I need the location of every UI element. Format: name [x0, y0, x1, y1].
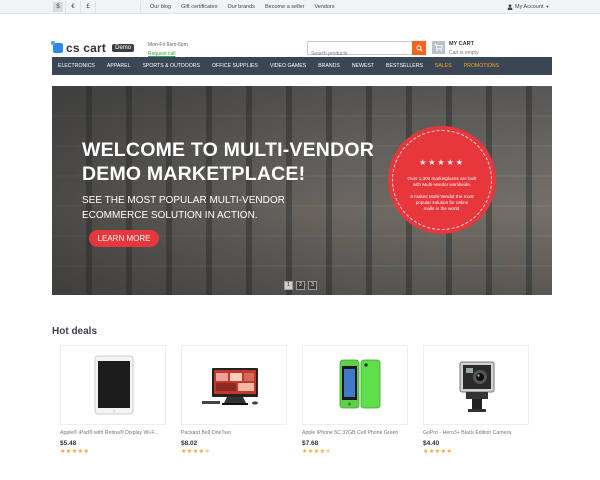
divider [65, 1, 66, 13]
cart-widget[interactable]: MY CART Cart is empty [432, 41, 478, 56]
slider-pagination: 1 2 3 [284, 281, 317, 290]
product-card[interactable]: GoPro - Hero3+ Black Edition Camera $4.4… [423, 345, 544, 455]
learn-more-button[interactable]: LEARN MORE [89, 230, 159, 247]
hot-deals-title: Hot deals [52, 326, 98, 337]
nav-electronics[interactable]: ELECTRONICS [58, 63, 95, 69]
hero-badge: ★★★★★ Over 1,300 marketplaces are built … [388, 126, 496, 234]
rating-stars: ★★★★★ [60, 449, 90, 455]
nav-brands[interactable]: BRANDS [318, 63, 340, 69]
hot-deals-list: Apple® iPad® with Retina® Display Wi-F..… [60, 345, 544, 455]
nav-promotions[interactable]: PROMOTIONS [464, 63, 499, 69]
nav-sports-outdoors[interactable]: SPORTS & OUTDOORS [142, 63, 200, 69]
slide-dot-1[interactable]: 1 [284, 281, 293, 290]
hero-subtitle: SEE THE MOST POPULAR MULTI-VENDOR ECOMME… [82, 195, 285, 221]
nav-sales[interactable]: SALES [435, 63, 452, 69]
product-price: $5.48 [60, 440, 77, 447]
rating-stars: ★★★★★ [423, 449, 453, 455]
product-price: $4.40 [423, 440, 440, 447]
product-card[interactable]: Apple iPhone 5C 32GB Cell Phone Green $7… [302, 345, 423, 455]
search-box [307, 41, 426, 60]
cart-icon [432, 41, 445, 54]
hero-title: WELCOME TO MULTI-VENDOR DEMO MARKETPLACE… [82, 138, 374, 186]
phone-image[interactable] [302, 345, 408, 425]
currency-usd[interactable]: $ [53, 2, 63, 12]
product-price: $8.02 [181, 440, 198, 447]
header: cs cart Demo Mon-Fri 9am-6pm Request cal… [0, 14, 600, 60]
link-brands[interactable]: Our brands [227, 0, 255, 14]
logo-icon [51, 41, 63, 53]
currency-eur[interactable]: € [68, 2, 78, 12]
badge-text-2: It makes Multi-Vendor the most popular s… [410, 194, 474, 211]
link-blog[interactable]: Our blog [150, 0, 171, 14]
link-vendors[interactable]: Vendors [314, 0, 334, 14]
currency-gbp[interactable]: £ [83, 2, 93, 12]
cart-title: MY CART [449, 41, 474, 47]
badge-text-1: Over 1,300 marketplaces are built with M… [407, 176, 477, 187]
product-card[interactable]: Apple® iPad® with Retina® Display Wi-F..… [60, 345, 181, 455]
rating-stars: ★★★★★ [302, 449, 332, 455]
account-label: My Account [515, 4, 544, 10]
search-icon [415, 44, 423, 52]
main-navigation: ELECTRONICS APPAREL SPORTS & OUTDOORS OF… [52, 57, 552, 75]
product-name[interactable]: Apple iPhone 5C 32GB Cell Phone Green [302, 430, 412, 437]
business-hours: Mon-Fri 9am-6pm [148, 42, 188, 48]
search-button[interactable] [412, 41, 426, 55]
nav-video-games[interactable]: VIDEO GAMES [270, 63, 306, 69]
nav-newest[interactable]: NEWEST [352, 63, 374, 69]
nav-office-supplies[interactable]: OFFICE SUPPLIES [212, 63, 258, 69]
nav-apparel[interactable]: APPAREL [107, 63, 131, 69]
product-name[interactable]: GoPro - Hero3+ Black Edition Camera [423, 430, 533, 437]
nav-bestsellers[interactable]: BESTSELLERS [386, 63, 423, 69]
hero-banner[interactable]: WELCOME TO MULTI-VENDOR DEMO MARKETPLACE… [52, 86, 552, 295]
hero-title-line-1: WELCOME TO MULTI-VENDOR [82, 139, 375, 161]
product-price: $7.68 [302, 440, 319, 447]
logo-text: cs cart [66, 41, 107, 55]
divider [140, 1, 141, 13]
cart-status: Cart is empty [449, 50, 479, 56]
hero-title-line-2: DEMO MARKETPLACE! [82, 163, 306, 185]
user-icon [507, 4, 513, 10]
divider [95, 1, 96, 13]
logo[interactable]: cs cart Demo [51, 41, 135, 55]
slide-dot-3[interactable]: 3 [308, 281, 317, 290]
chevron-down-icon: ▼ [545, 4, 550, 9]
product-name[interactable]: Apple® iPad® with Retina® Display Wi-F..… [60, 430, 170, 437]
badge-stars: ★★★★★ [419, 158, 465, 167]
monitor-image[interactable] [181, 345, 287, 425]
account-menu[interactable]: My Account ▼ [507, 0, 549, 14]
slide-dot-2[interactable]: 2 [296, 281, 305, 290]
top-bar: $ € £ Our blog Gift certificates Our bra… [0, 0, 600, 14]
product-name[interactable]: Packard Bell OneTwo [181, 430, 291, 437]
product-card[interactable]: Packard Bell OneTwo $8.02 ★★★★★ [181, 345, 302, 455]
link-gift-certificates[interactable]: Gift certificates [181, 0, 217, 14]
rating-stars: ★★★★★ [181, 449, 211, 455]
link-become-seller[interactable]: Become a seller [265, 0, 304, 14]
divider [80, 1, 81, 13]
demo-badge: Demo [112, 44, 135, 52]
tablet-image[interactable] [60, 345, 166, 425]
top-links: Our blog Gift certificates Our brands Be… [150, 0, 335, 14]
camera-image[interactable] [423, 345, 529, 425]
